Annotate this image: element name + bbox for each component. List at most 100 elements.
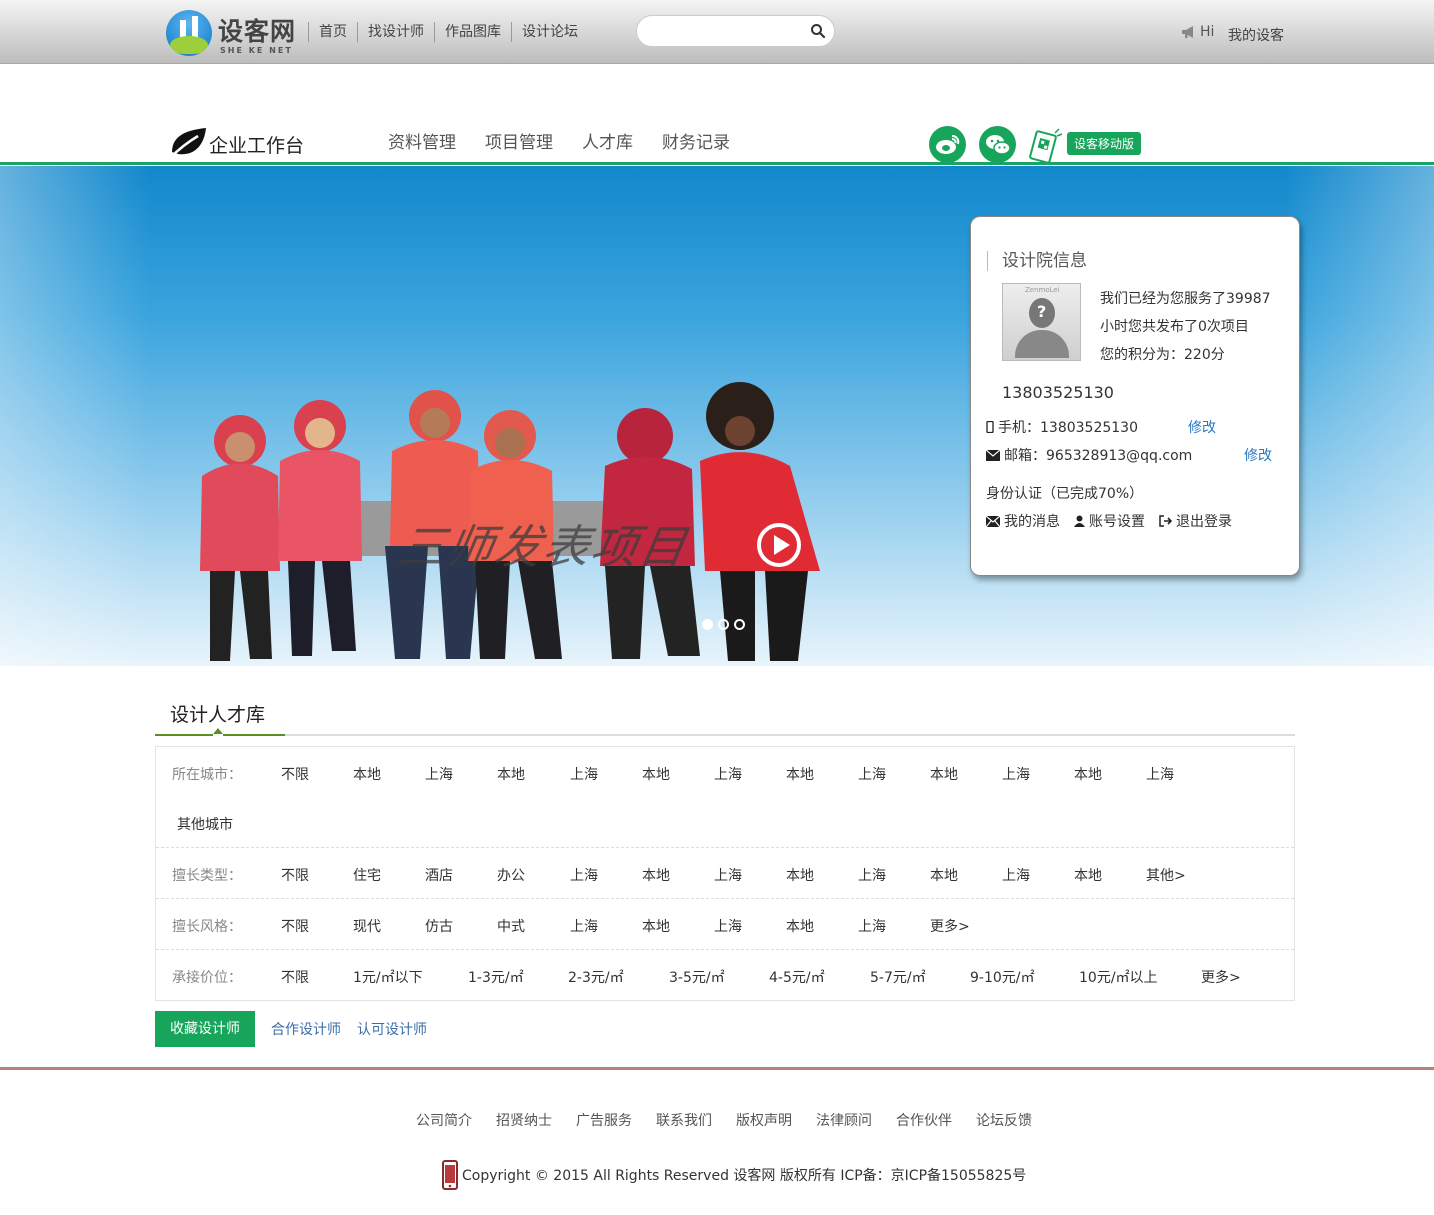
logo-subtext: SHE KE NET	[220, 46, 293, 55]
filter-more-link[interactable]: 其他>	[1146, 865, 1186, 885]
footer-link-contact[interactable]: 联系我们	[656, 1110, 712, 1130]
filter-option[interactable]: 本地	[930, 764, 958, 784]
filter-option[interactable]: 本地	[642, 865, 670, 885]
filter-option[interactable]: 4-5元/㎡	[769, 967, 825, 987]
filter-option[interactable]: 本地	[1074, 865, 1102, 885]
footer-link-feedback[interactable]: 论坛反馈	[976, 1110, 1032, 1130]
footer-link-ads[interactable]: 广告服务	[576, 1110, 632, 1130]
wechat-icon[interactable]	[979, 126, 1016, 163]
workspace-title: 企业工作台	[209, 135, 305, 157]
carousel-dot[interactable]	[734, 619, 745, 630]
nav-find-designer[interactable]: 找设计师	[357, 22, 434, 42]
workspace-nav: 资料管理 项目管理 人才库 财务记录	[388, 128, 759, 153]
filter-option[interactable]: 酒店	[425, 865, 453, 885]
filter-option[interactable]: 上海	[858, 916, 886, 936]
filter-option[interactable]: 本地	[786, 865, 814, 885]
filter-option[interactable]: 住宅	[353, 865, 381, 885]
filter-option[interactable]: 本地	[930, 865, 958, 885]
filter-option[interactable]: 1元/㎡以下	[353, 967, 423, 987]
megaphone-icon	[1182, 26, 1193, 38]
filter-option[interactable]: 上海	[1146, 764, 1174, 784]
tab-favorite-designers[interactable]: 收藏设计师	[155, 1011, 255, 1047]
filter-label: 承接价位：	[172, 970, 242, 986]
mobile-version-button[interactable]: 设客移动版	[1067, 132, 1142, 155]
filter-option[interactable]: 上海	[425, 764, 453, 784]
logout-link[interactable]: 退出登录	[1159, 511, 1232, 531]
filter-option[interactable]: 本地	[353, 764, 381, 784]
filter-option[interactable]: 其他城市	[177, 814, 233, 834]
filter-option[interactable]: 不限	[281, 865, 309, 885]
footer-link-copyright[interactable]: 版权声明	[736, 1110, 792, 1130]
carousel-dots	[702, 619, 750, 630]
footer-link-about[interactable]: 公司简介	[416, 1110, 472, 1130]
filter-option[interactable]: 上海	[858, 764, 886, 784]
avatar[interactable]: ZenmoLei	[1002, 283, 1081, 361]
filter-option[interactable]: 本地	[1074, 764, 1102, 784]
tab-partner-designers[interactable]: 合作设计师	[271, 1019, 341, 1039]
filter-row-city: 所在城市： 不限 本地 上海 本地 上海 本地 上海 本地 上海 本地 上海 本…	[156, 747, 1294, 848]
nav-home[interactable]: 首页	[308, 22, 357, 42]
filter-option[interactable]: 仿古	[425, 916, 453, 936]
filter-option[interactable]: 本地	[497, 764, 525, 784]
account-settings-link[interactable]: 账号设置	[1074, 511, 1145, 531]
filter-option[interactable]: 本地	[786, 916, 814, 936]
filter-option[interactable]: 上海	[570, 764, 598, 784]
search-input[interactable]	[649, 22, 809, 42]
filter-option[interactable]: 上海	[1002, 865, 1030, 885]
social-links: 设客移动版	[929, 126, 1142, 163]
my-messages-link[interactable]: 我的消息	[986, 511, 1060, 531]
play-icon[interactable]	[757, 523, 801, 567]
tab-finance-records[interactable]: 财务记录	[662, 128, 730, 153]
edit-mobile-link[interactable]: 修改	[1188, 417, 1216, 437]
filter-option[interactable]: 9-10元/㎡	[970, 967, 1035, 987]
footer-link-legal[interactable]: 法律顾问	[816, 1110, 872, 1130]
weibo-icon[interactable]	[929, 126, 966, 163]
filter-option[interactable]: 上海	[858, 865, 886, 885]
filter-option[interactable]: 现代	[353, 916, 381, 936]
filter-option[interactable]: 本地	[642, 916, 670, 936]
filter-option[interactable]: 3-5元/㎡	[669, 967, 725, 987]
search-box	[636, 15, 835, 47]
filter-option[interactable]: 中式	[497, 916, 525, 936]
filter-option[interactable]: 5-7元/㎡	[870, 967, 926, 987]
tab-approved-designers[interactable]: 认可设计师	[357, 1019, 427, 1039]
footer-link-partners[interactable]: 合作伙伴	[896, 1110, 952, 1130]
designer-tabs: 收藏设计师 合作设计师 认可设计师	[155, 1011, 427, 1047]
service-hours: 我们已经为您服务了39987	[1100, 291, 1271, 307]
nav-gallery[interactable]: 作品图库	[434, 22, 511, 42]
site-logo[interactable]: 设客网 SHE KE NET	[166, 10, 298, 58]
my-sheke-link[interactable]: 我的设客	[1228, 25, 1284, 45]
filter-option[interactable]: 办公	[497, 865, 525, 885]
filter-option[interactable]: 上海	[570, 865, 598, 885]
user-icon	[1074, 515, 1085, 527]
filter-option[interactable]: 上海	[1002, 764, 1030, 784]
greeting-text: Hi	[1200, 24, 1215, 40]
filter-more-link[interactable]: 更多>	[930, 916, 970, 936]
tab-profile-management[interactable]: 资料管理	[388, 128, 456, 153]
carousel-dot[interactable]	[718, 619, 729, 630]
filter-option[interactable]: 不限	[281, 764, 309, 784]
filter-option[interactable]: 上海	[570, 916, 598, 936]
filter-option[interactable]: 上海	[714, 916, 742, 936]
carousel-dot[interactable]	[702, 619, 713, 630]
filter-option[interactable]: 本地	[786, 764, 814, 784]
filter-option[interactable]: 1-3元/㎡	[468, 967, 524, 987]
filter-option[interactable]: 2-3元/㎡	[568, 967, 624, 987]
workspace-header: 企业工作台 资料管理 项目管理 人才库 财务记录 设客移动版	[0, 64, 1434, 165]
filter-option[interactable]: 10元/㎡以上	[1079, 967, 1158, 987]
filter-label: 所在城市：	[172, 767, 242, 783]
filter-option[interactable]: 不限	[281, 916, 309, 936]
tab-project-management[interactable]: 项目管理	[485, 128, 553, 153]
footer-link-careers[interactable]: 招贤纳士	[496, 1110, 552, 1130]
filter-option[interactable]: 不限	[281, 967, 309, 987]
filter-option[interactable]: 本地	[642, 764, 670, 784]
tab-talent-library[interactable]: 人才库	[582, 128, 633, 153]
filter-more-link[interactable]: 更多>	[1201, 967, 1241, 987]
filter-option[interactable]: 上海	[714, 764, 742, 784]
nav-forum[interactable]: 设计论坛	[511, 22, 588, 42]
footer-nav: 公司简介 招贤纳士 广告服务 联系我们 版权声明 法律顾问 合作伙伴 论坛反馈	[416, 1110, 1056, 1130]
edit-email-link[interactable]: 修改	[1244, 445, 1272, 465]
filter-option[interactable]: 上海	[714, 865, 742, 885]
search-icon[interactable]	[810, 23, 826, 39]
mobile-qr-icon[interactable]	[1027, 127, 1067, 163]
